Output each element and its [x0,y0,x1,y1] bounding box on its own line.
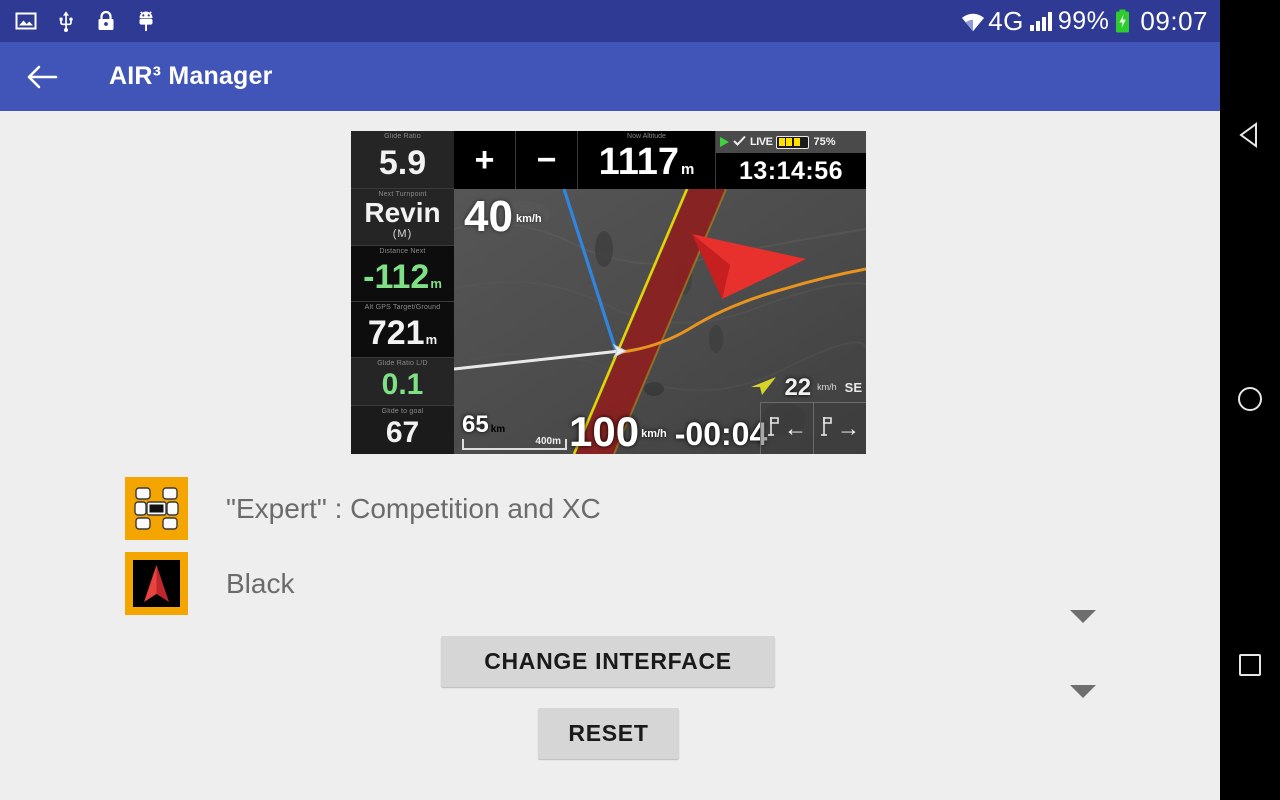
interface-profile-selector[interactable]: "Expert" : Competition and XC [125,477,601,540]
device-cell-value: 0.1 [381,367,424,401]
layout-grid-icon [125,477,188,540]
device-map-scale: 65 km 400m [462,413,567,450]
device-cell-unit: m [425,331,438,347]
phone-viewport: 4G 99% 09:07 AIR³ Manager 40 km/h 22 km/… [0,0,1220,800]
device-altitude-label: Now Altitude [627,133,666,140]
device-cell-label: Distance Next [379,248,426,255]
device-altitude: Now Altitude 1117 m [578,131,716,189]
wind-arrow-icon [749,373,779,402]
status-bar: 4G 99% 09:07 [0,0,1220,42]
device-cell-glide-ratio: Glide Ratio 5.9 [351,131,454,189]
device-bottom-stats: 100 km/h -00:04 [569,408,768,454]
device-cell-alt-target: Alt GPS Target/Ground 721m [351,302,454,358]
theme-label: Black [226,567,295,599]
device-eta: -00:04 [674,415,768,452]
device-cell-label: Glide to goal [381,408,424,415]
device-clock: 13:14:56 [738,156,844,185]
scale-bar: 400m [462,436,567,450]
scale-distance: 65 [462,411,489,438]
wind-speed: 22 [784,373,812,401]
device-battery-percent: 75% [813,136,836,148]
device-cell-value: 67 [385,416,420,449]
device-map: 40 km/h 22 km/h SE 65 km 400m 100 km/h -… [454,189,866,454]
flag-icon [767,415,782,442]
device-cell-label: Next Turnpoint [378,191,427,198]
device-clock-cell: 13:14:56 [716,153,866,189]
image-icon [14,9,38,33]
chevron-down-icon[interactable] [1070,610,1096,623]
scale-distance-unit: km [490,424,506,435]
change-interface-button[interactable]: CHANGE INTERFACE [441,636,775,687]
reset-button[interactable]: RESET [538,708,679,759]
device-wind-indicator: 22 km/h SE [749,373,862,402]
status-clock: 09:07 [1140,5,1208,36]
usb-icon [54,9,78,33]
device-next-waypoint-button[interactable]: → [813,402,866,454]
device-cell-next-turnpoint: Next Turnpoint Revin (M) [351,189,454,246]
device-altitude-value: 1117 [598,141,679,183]
device-ground-speed-unit: km/h [641,428,667,441]
device-cell-distance-next: Distance Next -112m [351,246,454,302]
nav-home-button[interactable] [1235,384,1265,419]
status-bar-right: 4G 99% 09:07 [960,6,1208,37]
device-top-bar: + − Now Altitude 1117 m LIVE 75% 13:14:5… [454,131,866,189]
signal-bars-icon [1029,11,1052,31]
record-play-icon [720,137,729,147]
device-altitude-unit: m [681,161,695,178]
device-left-column: Glide Ratio 5.9 Next Turnpoint Revin (M)… [351,131,454,454]
device-cell-glide-to-goal: Glide to goal 67 [351,406,454,454]
device-cell-glide-ld: Glide Ratio L/D 0.1 [351,358,454,406]
live-label: LIVE [750,136,773,148]
lock-icon [94,9,118,33]
network-type-label: 4G [988,5,1024,36]
nav-back-button[interactable] [1235,120,1265,155]
device-speed: 40 km/h [464,192,542,241]
flag-icon [820,415,835,442]
page-title: AIR³ Manager [109,62,273,90]
status-bar-left-icons [14,9,158,33]
device-battery-icon [776,135,810,149]
content-area: 40 km/h 22 km/h SE 65 km 400m 100 km/h -… [0,111,1220,800]
device-cell-value: -112 [363,257,430,296]
device-zoom-in-button[interactable]: + [454,131,516,189]
device-screen-preview: 40 km/h 22 km/h SE 65 km 400m 100 km/h -… [351,131,866,454]
device-cell-label: Glide Ratio [384,133,421,140]
device-waypoint-buttons: ← → [760,402,866,454]
battery-percent-label: 99% [1057,6,1110,35]
device-cell-value: 721 [367,313,425,352]
device-cell-label: Glide Ratio L/D [377,360,428,367]
device-status-cluster: LIVE 75% 13:14:56 [716,131,866,189]
device-cell-sub: (M) [392,227,413,240]
chevron-down-icon[interactable] [1070,685,1096,698]
back-arrow-icon[interactable] [22,57,62,97]
wind-speed-unit: km/h [817,381,837,392]
next-waypoint-arrow: → [837,415,860,441]
device-prev-waypoint-button[interactable]: ← [760,402,813,454]
scale-bar-label: 400m [535,436,561,447]
device-ground-speed: 100 km/h [569,408,667,454]
device-cell-label: Alt GPS Target/Ground [364,304,441,311]
device-cell-value: 5.9 [378,143,427,182]
wind-direction: SE [844,380,862,395]
device-zoom-out-button[interactable]: − [516,131,578,189]
prev-waypoint-arrow: ← [784,415,807,441]
nav-recents-button[interactable] [1235,650,1265,685]
device-status-strip: LIVE 75% [716,131,866,153]
android-navigation-bar [1220,0,1280,800]
device-cell-value: Revin [364,196,441,228]
interface-profile-label: "Expert" : Competition and XC [226,492,601,524]
red-arrow-icon [125,552,188,615]
device-cell-unit: m [430,275,442,291]
check-icon [733,133,746,151]
app-bar: AIR³ Manager [0,42,1220,111]
screen-root: 4G 99% 09:07 AIR³ Manager 40 km/h 22 km/… [0,0,1280,800]
wifi-icon [960,9,985,33]
battery-charging-icon [1115,9,1130,33]
device-speed-unit: km/h [515,212,542,225]
android-icon [134,9,158,33]
theme-selector[interactable]: Black [125,552,294,615]
